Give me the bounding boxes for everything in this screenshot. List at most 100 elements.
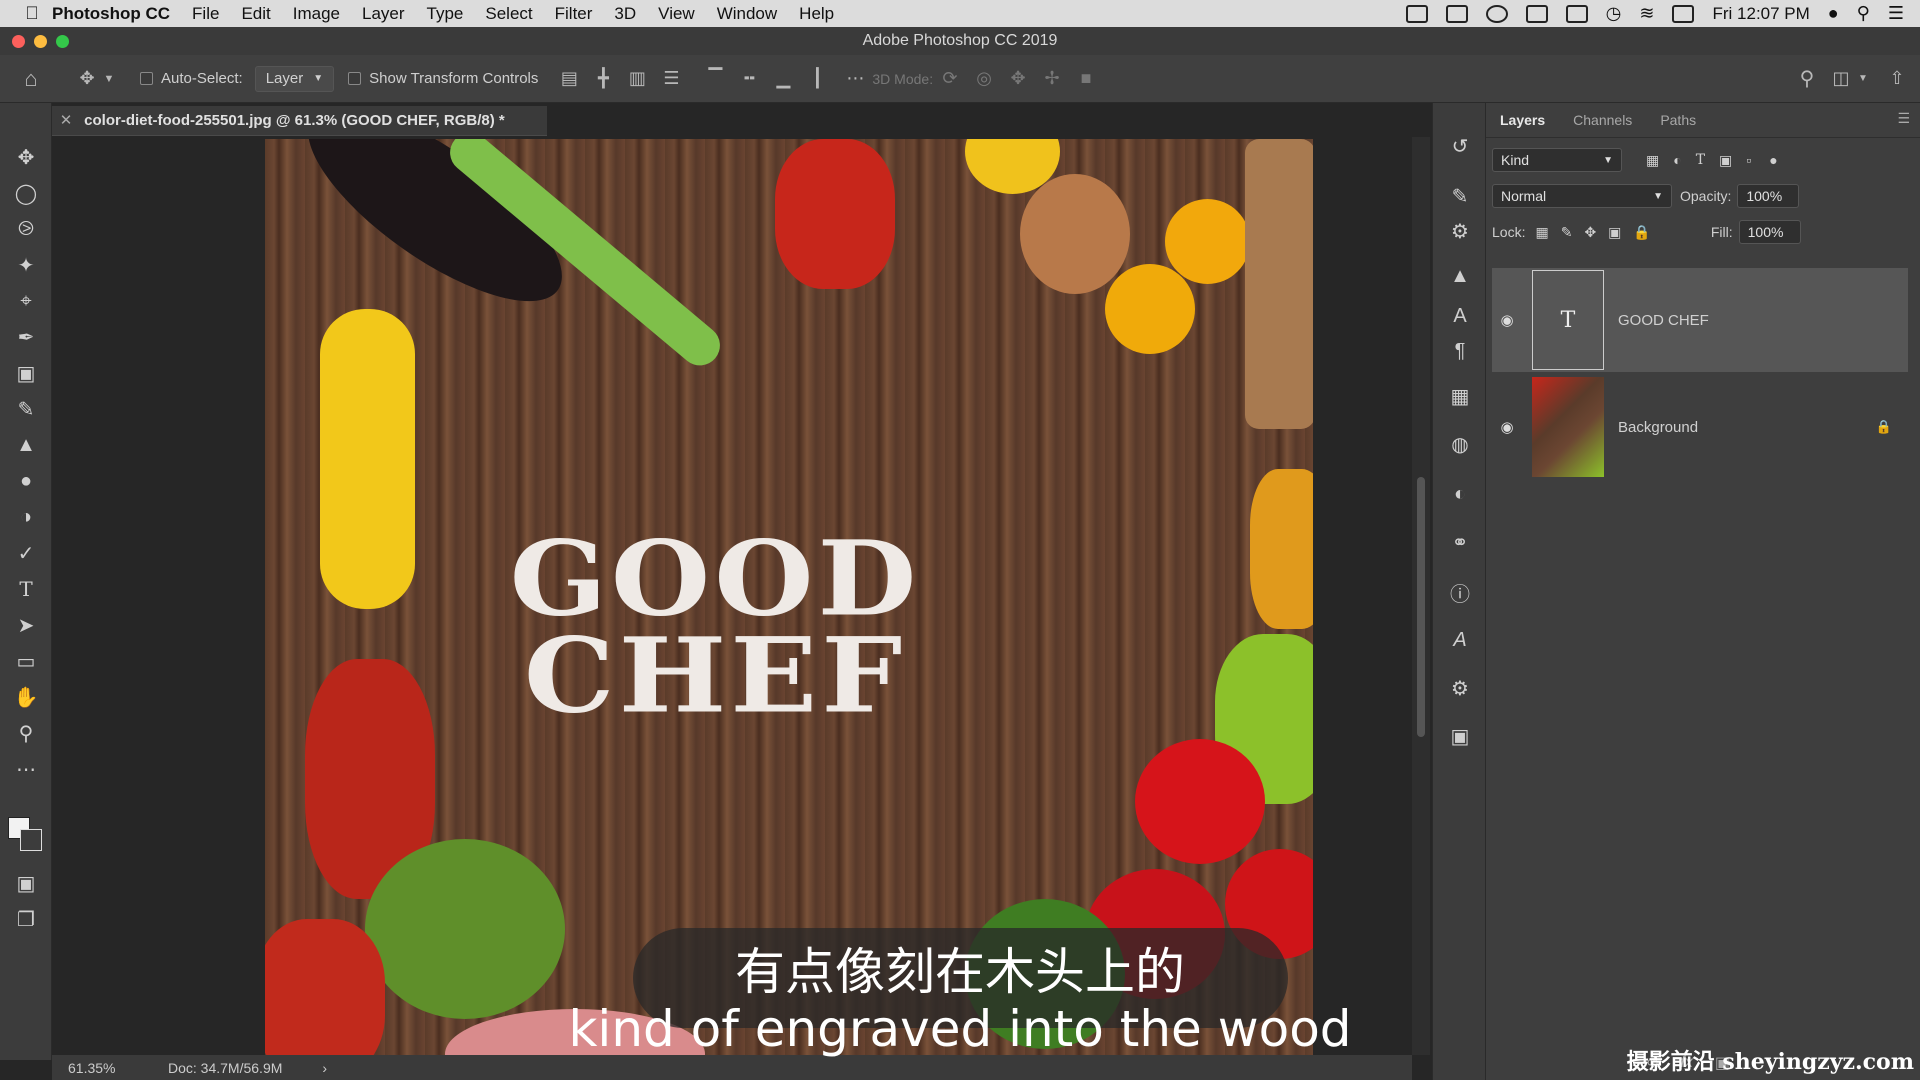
align-horizontal-centers-icon[interactable]: ╋ <box>592 68 614 90</box>
auto-select-target-dropdown[interactable]: Layer ▼ <box>254 65 335 92</box>
document-tab[interactable]: ✕ color-diet-food-255501.jpg @ 61.3% (GO… <box>52 106 547 136</box>
menu-bar-clock[interactable]: Fri 12:07 PM <box>1712 4 1809 24</box>
close-tab-icon[interactable]: ✕ <box>52 106 80 136</box>
menu-file[interactable]: File <box>192 4 219 24</box>
hand-tool-icon[interactable]: ✋ <box>12 683 40 711</box>
eyedropper-tool-icon[interactable]: ✒ <box>12 323 40 351</box>
menu-window[interactable]: Window <box>717 4 777 24</box>
layer-row-good-chef[interactable]: ◉ T GOOD CHEF <box>1492 268 1908 372</box>
minimize-window-button[interactable] <box>34 35 47 48</box>
device-preview-icon[interactable]: ▣ <box>1447 723 1473 749</box>
share-icon[interactable]: ⇧ <box>1886 68 1908 90</box>
lock-transparent-icon[interactable]: ▦ <box>1535 224 1548 241</box>
path-selection-tool-icon[interactable]: ➤ <box>12 611 40 639</box>
move-tool-preset-icon[interactable]: ✥ <box>76 68 98 90</box>
align-top-edges-icon[interactable]: ▔ <box>704 68 726 90</box>
properties-icon[interactable]: ⚙ <box>1447 675 1473 701</box>
menu-3d[interactable]: 3D <box>614 4 636 24</box>
character-icon[interactable]: A <box>1447 303 1473 329</box>
more-options-icon[interactable]: ⋯ <box>844 68 866 90</box>
filter-smart-object-icon[interactable]: ▫ <box>1746 152 1751 168</box>
tab-paths[interactable]: Paths <box>1646 112 1710 137</box>
brush-tool-icon[interactable]: ✎ <box>12 395 40 423</box>
lasso-tool-icon[interactable]: ⧁ <box>12 215 40 243</box>
menu-layer[interactable]: Layer <box>362 4 405 24</box>
3d-scale-icon[interactable]: ■ <box>1075 68 1097 90</box>
menu-edit[interactable]: Edit <box>241 4 270 24</box>
search-icon[interactable]: ⚲ <box>1796 68 1818 90</box>
tab-layers[interactable]: Layers <box>1486 112 1559 137</box>
display-icon[interactable] <box>1525 4 1548 23</box>
show-transform-controls-checkbox[interactable]: Show Transform Controls <box>348 66 538 92</box>
menu-image[interactable]: Image <box>293 4 340 24</box>
layer-name[interactable]: Background <box>1618 419 1698 436</box>
pen-tool-icon[interactable]: ✓ <box>12 539 40 567</box>
status-menu-arrow-icon[interactable]: › <box>322 1060 327 1076</box>
menu-filter[interactable]: Filter <box>555 4 593 24</box>
filter-type-icon[interactable]: T <box>1696 152 1705 168</box>
quick-mask-icon[interactable]: ▣ <box>12 869 40 897</box>
align-vertical-centers-icon[interactable]: ╍ <box>738 68 760 90</box>
color-icon[interactable]: ◐ <box>1447 481 1473 507</box>
home-icon[interactable]: ⌂ <box>20 66 42 91</box>
screen-mode-icon[interactable]: ❐ <box>12 905 40 933</box>
layer-row-background[interactable]: ◉ Background 🔒 <box>1492 375 1908 479</box>
distribute-icon[interactable]: ☰ <box>660 68 682 90</box>
wifi-icon[interactable]: ≋ <box>1639 3 1654 24</box>
filter-adjustment-icon[interactable]: ◐ <box>1673 152 1681 168</box>
screen-record-icon[interactable] <box>1405 4 1428 23</box>
good-chef-text-layer[interactable]: GOOD CHEF <box>425 527 1005 727</box>
zoom-level[interactable]: 61.35% <box>68 1060 148 1076</box>
spotlight-search-icon[interactable]: ⚲ <box>1857 3 1870 24</box>
close-window-button[interactable] <box>12 35 25 48</box>
show-transform-check[interactable] <box>348 72 362 85</box>
learn-icon[interactable]: ◍ <box>1447 431 1473 457</box>
background-color-swatch[interactable] <box>20 829 42 851</box>
move-tool-icon[interactable]: ✥ <box>12 143 40 171</box>
chevron-down-icon[interactable]: ▼ <box>1852 68 1874 90</box>
tab-channels[interactable]: Channels <box>1559 112 1646 137</box>
opacity-input[interactable]: 100% <box>1737 184 1800 208</box>
brush-settings-icon[interactable]: ✎ <box>1447 183 1473 209</box>
creative-cloud-icon[interactable] <box>1485 4 1508 23</box>
libraries-icon[interactable]: ⚭ <box>1447 529 1473 555</box>
blur-tool-icon[interactable]: ● <box>12 467 40 495</box>
notification-center-icon[interactable]: ☰ <box>1888 3 1904 24</box>
filter-toggle-icon[interactable]: ● <box>1769 152 1777 168</box>
menu-help[interactable]: Help <box>799 4 834 24</box>
app-menu[interactable]: Photoshop CC <box>52 4 170 24</box>
align-right-edges-icon[interactable]: ▥ <box>626 68 648 90</box>
auto-select-check[interactable] <box>140 72 153 85</box>
align-left-edges-icon[interactable]: ▤ <box>558 68 580 90</box>
3d-orbit-icon[interactable]: ⟳ <box>939 68 961 90</box>
menu-type[interactable]: Type <box>427 4 464 24</box>
paragraph-icon[interactable]: ¶ <box>1447 338 1473 364</box>
filter-shape-icon[interactable]: ▣ <box>1719 152 1732 169</box>
swatches-icon[interactable]: ▦ <box>1447 383 1473 409</box>
visibility-eye-icon[interactable]: ◉ <box>1492 311 1522 329</box>
3d-slide-icon[interactable]: ✢ <box>1041 68 1063 90</box>
crop-tool-icon[interactable]: ⌖ <box>12 287 40 315</box>
visibility-eye-icon[interactable]: ◉ <box>1492 418 1522 436</box>
adjustments-icon[interactable]: ⚙ <box>1447 218 1473 244</box>
filter-kind-dropdown[interactable]: Kind ▼ <box>1492 148 1622 172</box>
apple-icon[interactable]:  <box>12 3 52 24</box>
info-icon[interactable]: ⓘ <box>1447 579 1473 606</box>
type-tool-icon[interactable]: T <box>12 575 40 603</box>
layer-name[interactable]: GOOD CHEF <box>1618 312 1709 329</box>
menu-select[interactable]: Select <box>485 4 532 24</box>
maximize-window-button[interactable] <box>56 35 69 48</box>
lock-image-icon[interactable]: ✎ <box>1561 224 1573 241</box>
rectangle-tool-icon[interactable]: ▭ <box>12 647 40 675</box>
filter-pixel-icon[interactable]: ▦ <box>1646 152 1659 169</box>
grid-icon[interactable] <box>1565 4 1588 23</box>
lock-artboard-icon[interactable]: ▣ <box>1608 224 1621 241</box>
edit-toolbar-icon[interactable]: ⋯ <box>12 755 40 783</box>
time-machine-icon[interactable]: ◷ <box>1606 3 1622 24</box>
panel-menu-icon[interactable]: ☰ <box>1897 110 1920 137</box>
lock-position-icon[interactable]: ✥ <box>1584 224 1596 241</box>
airplay-icon[interactable] <box>1672 4 1695 23</box>
history-icon[interactable]: ↺ <box>1447 133 1473 159</box>
clone-stamp-tool-icon[interactable]: ▲ <box>12 431 40 459</box>
3d-pan-icon[interactable]: ✥ <box>1007 68 1029 90</box>
